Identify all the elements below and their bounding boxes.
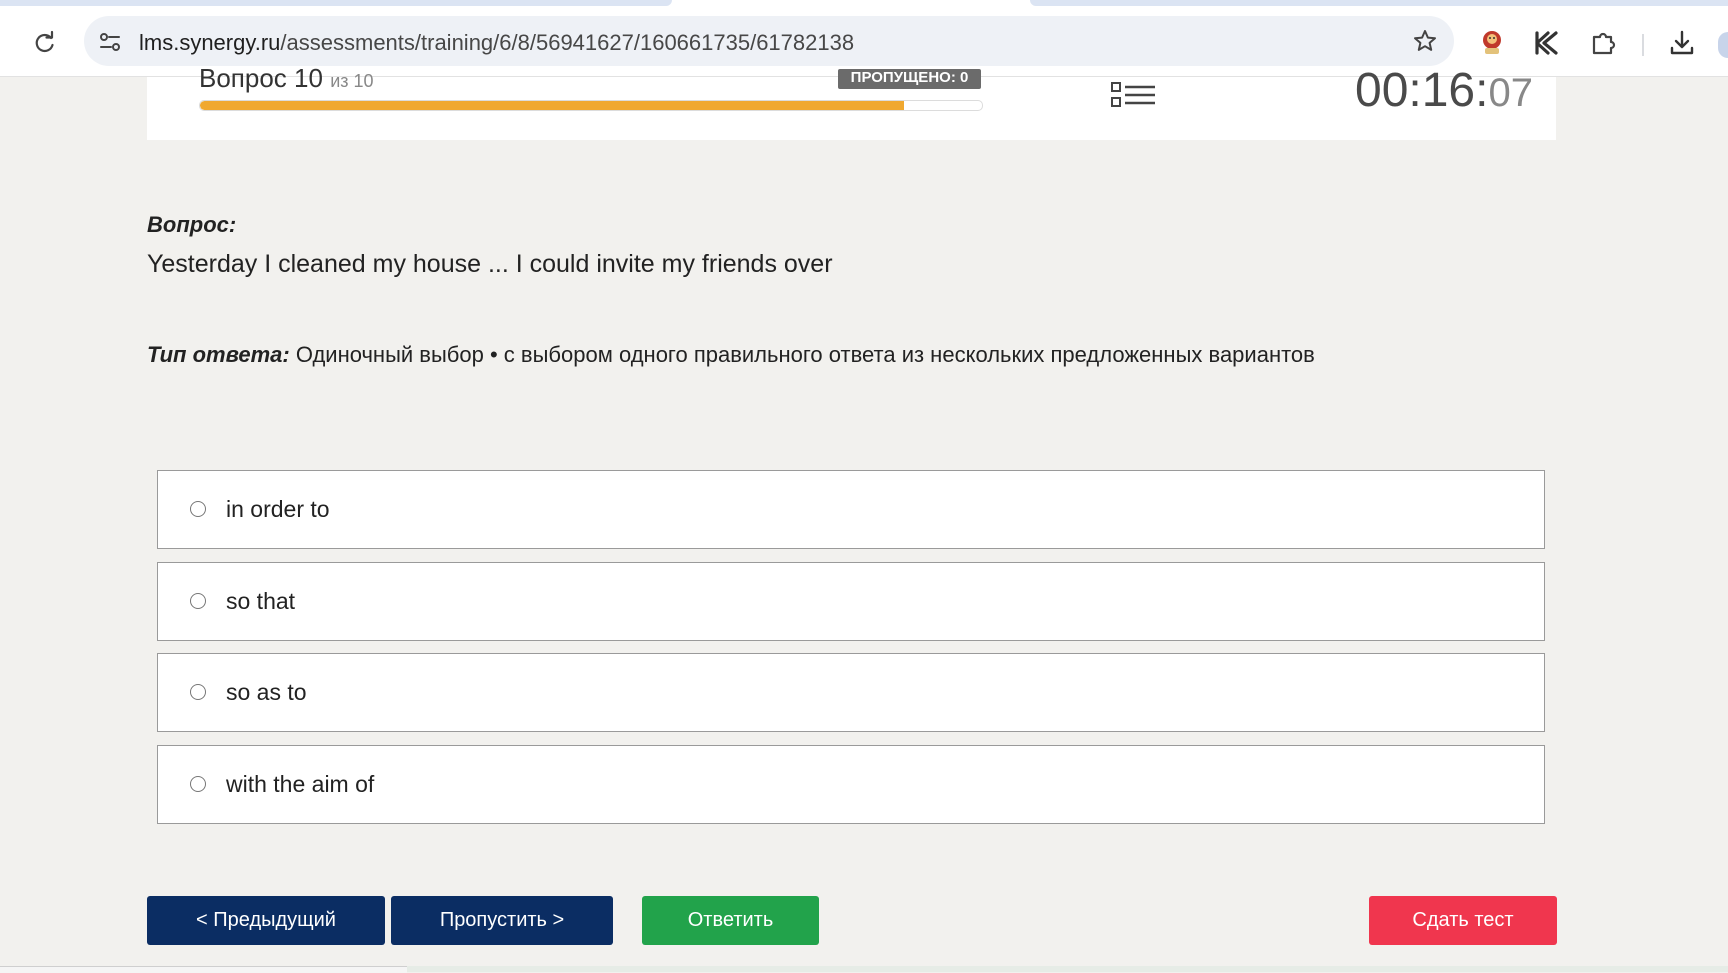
bottom-edge (0, 966, 1728, 973)
answer-button[interactable]: Ответить (642, 896, 819, 945)
extensions-puzzle-icon[interactable] (1588, 28, 1618, 58)
radio-button[interactable] (190, 776, 206, 792)
answer-type-value: Одиночный выбор • с выбором одного прави… (289, 342, 1315, 367)
answer-type: Тип ответа: Одиночный выбор • с выбором … (147, 342, 1315, 368)
toolbar-separator (1642, 34, 1644, 56)
option-label: with the aim of (226, 771, 375, 797)
site-info-icon[interactable] (98, 30, 122, 54)
timer-main: 00:16: (1355, 64, 1489, 117)
answer-option-2[interactable]: so that (157, 562, 1545, 641)
answer-option-3[interactable]: so as to (157, 653, 1545, 732)
radio-button[interactable] (190, 501, 206, 517)
radio-button[interactable] (190, 684, 206, 700)
timer: 00:16:07 (1355, 63, 1533, 118)
reload-icon[interactable] (30, 28, 60, 58)
radio-button[interactable] (190, 593, 206, 609)
timer-seconds: 07 (1488, 71, 1533, 115)
test-header: Вопрос 10 из 10 ПРОПУЩЕНО: 0 00:16:07 (147, 63, 1556, 140)
question-list-icon[interactable] (1109, 80, 1159, 110)
question-total: из 10 (330, 71, 374, 91)
profile-avatar[interactable] (1718, 32, 1728, 58)
url-domain: lms.synergy.ru (139, 30, 281, 55)
option-label: so that (226, 588, 296, 614)
skipped-badge: ПРОПУЩЕНО: 0 (838, 69, 981, 89)
question-text: Yesterday I cleaned my house ... I could… (147, 250, 833, 278)
option-label: so as to (226, 679, 307, 705)
answer-option-1[interactable]: in order to (157, 470, 1545, 549)
question-number: Вопрос 10 (199, 63, 323, 93)
download-icon[interactable] (1667, 28, 1697, 58)
kaspersky-icon[interactable] (1532, 28, 1562, 58)
submit-test-button[interactable]: Сдать тест (1369, 896, 1557, 945)
answer-type-label: Тип ответа: (147, 342, 290, 367)
extension-avatar-icon[interactable] (1477, 28, 1507, 58)
question-counter: Вопрос 10 из 10 (199, 63, 374, 94)
url-text[interactable]: lms.synergy.ru/assessments/training/6/8/… (139, 30, 854, 56)
question-label: Вопрос: (147, 212, 237, 237)
bookmark-star-icon[interactable] (1412, 28, 1438, 54)
url-path: /assessments/training/6/8/56941627/16066… (280, 30, 855, 55)
progress-fill (200, 101, 904, 110)
skip-button[interactable]: Пропустить > (391, 896, 613, 945)
previous-button[interactable]: < Предыдущий (147, 896, 385, 945)
progress-bar (199, 100, 983, 111)
address-bar[interactable]: lms.synergy.ru/assessments/training/6/8/… (84, 16, 1454, 66)
option-label: in order to (226, 496, 330, 522)
answer-option-4[interactable]: with the aim of (157, 745, 1545, 824)
